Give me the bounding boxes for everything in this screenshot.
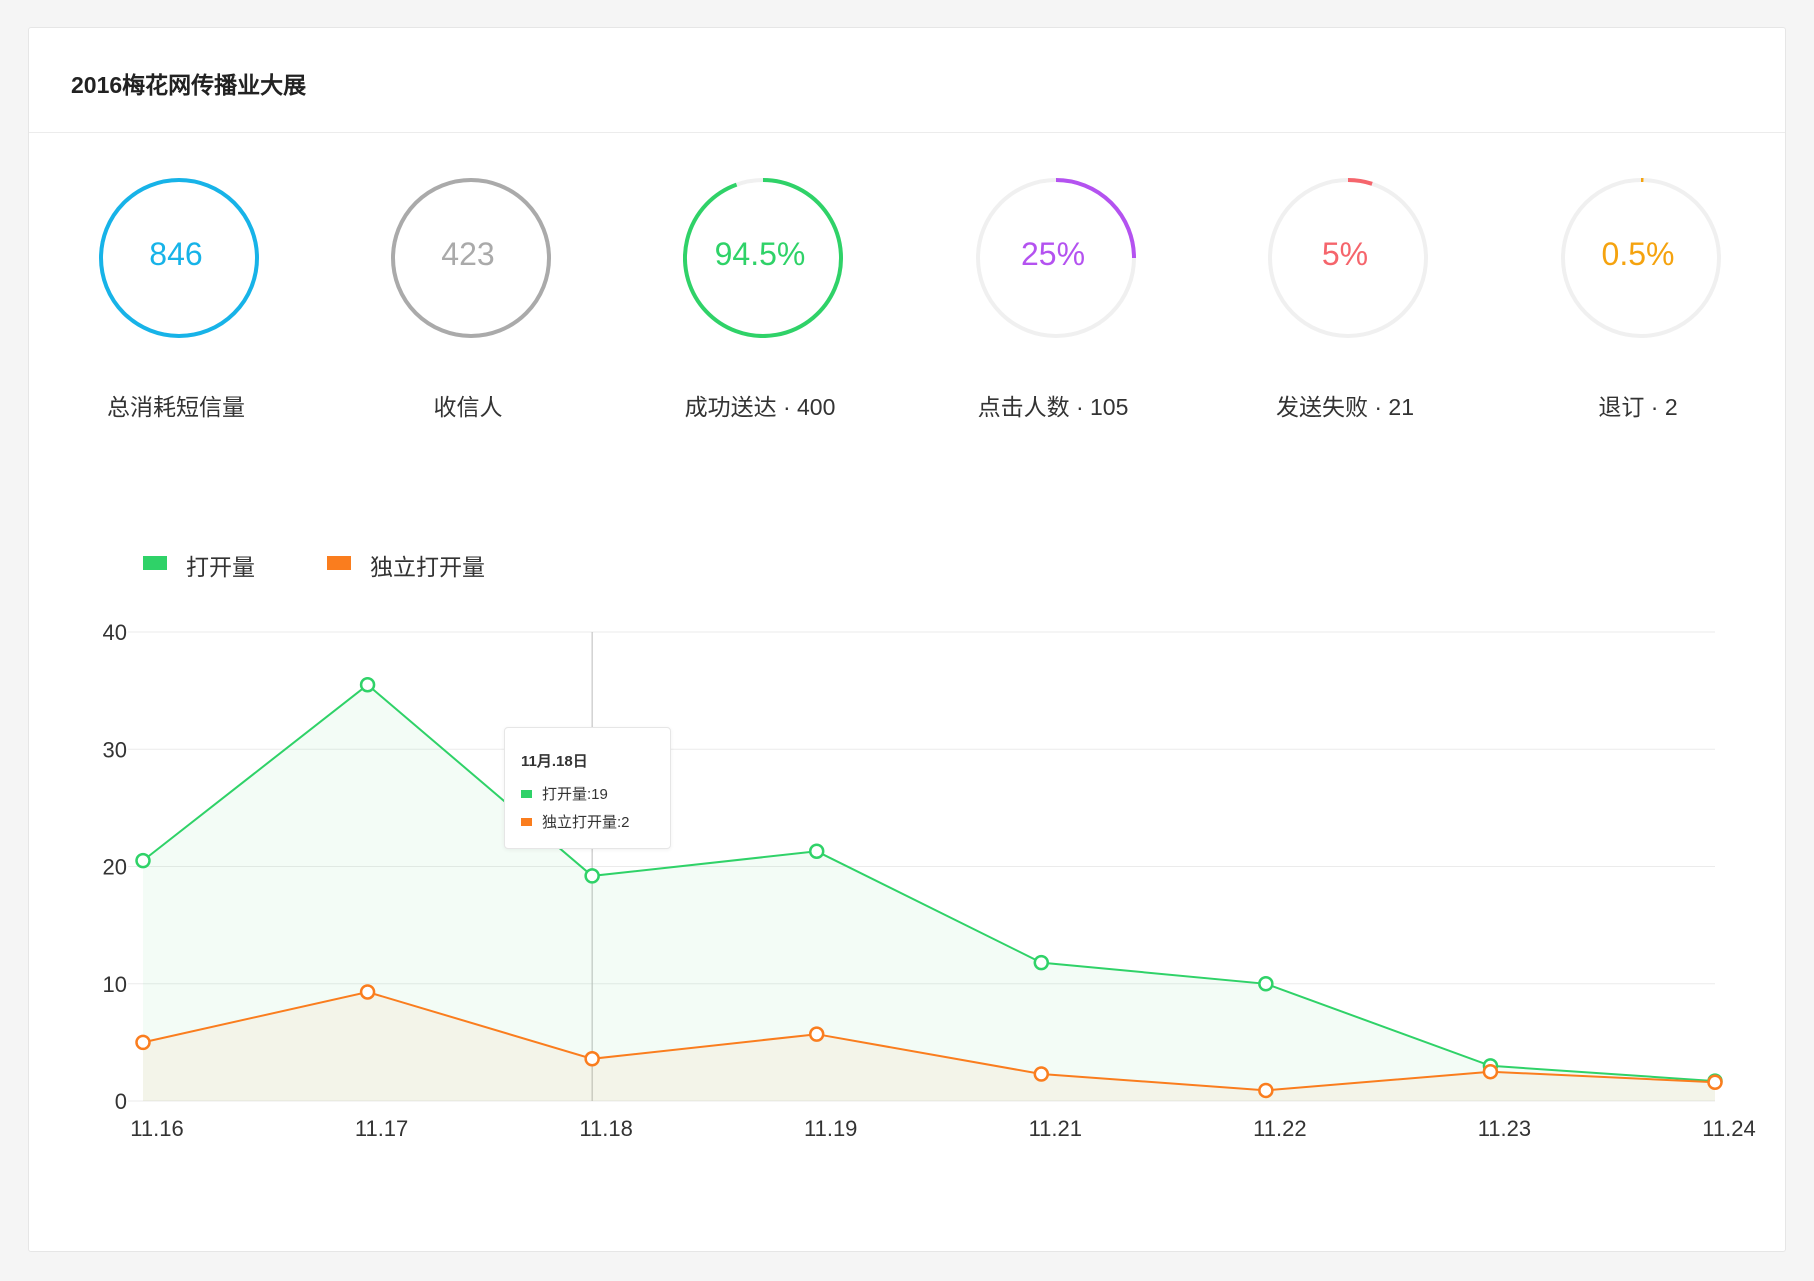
x-tick-label: 11.16 bbox=[130, 1116, 183, 1141]
y-tick-label: 10 bbox=[103, 972, 127, 997]
y-tick-label: 30 bbox=[103, 737, 127, 762]
data-point bbox=[1482, 1063, 1499, 1080]
tooltip-swatch bbox=[521, 818, 532, 826]
tooltip-swatch bbox=[521, 790, 532, 798]
data-point bbox=[1258, 1082, 1274, 1099]
data-point bbox=[584, 868, 600, 884]
x-tick-label: 11.23 bbox=[1478, 1116, 1531, 1141]
data-point bbox=[1258, 976, 1274, 992]
chart-tooltip: 11月.18日 打开量:19 独立打开量:2 bbox=[504, 727, 671, 849]
tooltip-row-unique-opens: 独立打开量:2 bbox=[521, 811, 630, 832]
data-point bbox=[1033, 954, 1050, 971]
data-point bbox=[584, 1051, 600, 1067]
data-point bbox=[135, 852, 151, 869]
x-tick-label: 11.17 bbox=[355, 1116, 408, 1141]
data-point bbox=[1033, 1066, 1050, 1082]
y-tick-label: 0 bbox=[115, 1089, 127, 1114]
x-tick-label: 11.21 bbox=[1029, 1116, 1082, 1141]
y-tick-label: 20 bbox=[103, 855, 127, 880]
x-tick-label: 11.18 bbox=[579, 1116, 632, 1141]
x-tick-label: 11.22 bbox=[1253, 1116, 1306, 1141]
x-tick-label: 11.19 bbox=[804, 1116, 857, 1141]
line-chart: 0 10 20 30 40 11.16 11.17 11.18 11.19 11.21 11.22 1… bbox=[103, 620, 1756, 1141]
data-point bbox=[359, 984, 376, 1000]
data-point bbox=[1707, 1074, 1723, 1090]
tooltip-row-text: 打开量:19 bbox=[542, 786, 608, 803]
tooltip-row-opens: 打开量:19 bbox=[521, 783, 608, 804]
data-point bbox=[808, 1026, 825, 1042]
tooltip-title: 11月.18日 bbox=[521, 753, 588, 770]
tooltip-row-text: 独立打开量:2 bbox=[542, 814, 630, 831]
data-point bbox=[135, 1034, 151, 1051]
data-point bbox=[359, 677, 376, 693]
y-tick-label: 40 bbox=[103, 620, 127, 645]
x-tick-label: 11.24 bbox=[1702, 1116, 1755, 1141]
data-point bbox=[808, 843, 825, 860]
